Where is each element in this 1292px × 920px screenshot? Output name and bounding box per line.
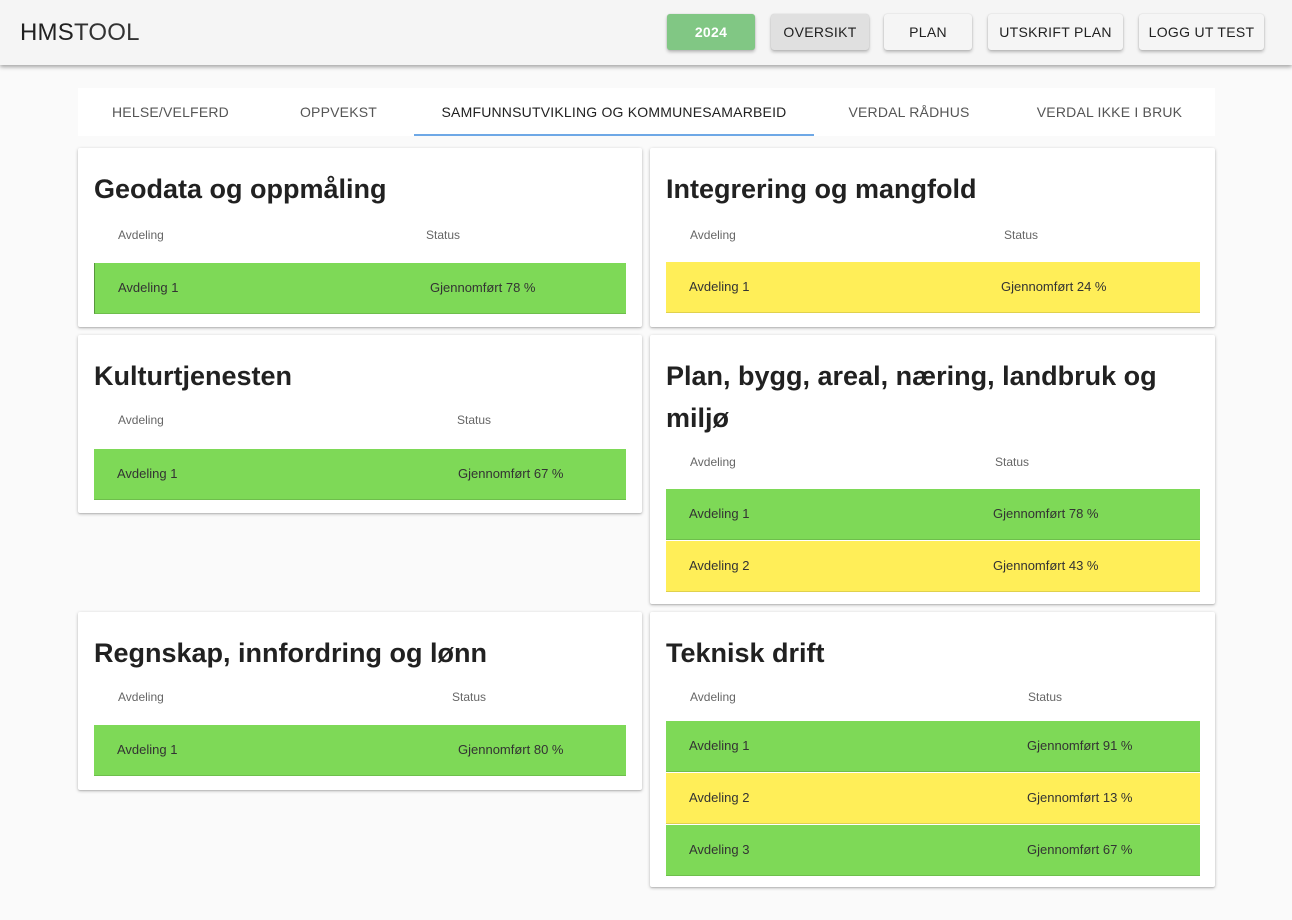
tab-verdal-radhus[interactable]: VERDAL RÅDHUS xyxy=(814,88,1004,136)
table-row[interactable]: Avdeling 2 Gjennomført 13 % xyxy=(666,773,1200,824)
column-header-status: Status xyxy=(1028,690,1063,704)
column-header-status: Status xyxy=(457,413,492,427)
status-cell: Gjennomført 91 % xyxy=(1027,738,1133,753)
department-card: Geodata og oppmåling Avdeling Status Avd… xyxy=(78,148,642,327)
card-title: Teknisk drift xyxy=(666,638,825,668)
status-cell: Gjennomført 67 % xyxy=(458,466,564,481)
print-plan-button[interactable]: UTSKRIFT PLAN xyxy=(988,14,1123,50)
card-title: Geodata og oppmåling xyxy=(94,174,387,204)
card-title: Plan, bygg, areal, næring, landbruk og m… xyxy=(666,361,1157,433)
table-row[interactable]: Avdeling 1 Gjennomført 80 % xyxy=(94,725,626,776)
status-cell: Gjennomført 78 % xyxy=(430,280,536,295)
department-card: Plan, bygg, areal, næring, landbruk og m… xyxy=(650,335,1215,604)
department-cell: Avdeling 1 xyxy=(117,742,178,757)
column-header-status: Status xyxy=(1004,228,1039,242)
column-header-status: Status xyxy=(995,455,1030,469)
plan-button[interactable]: PLAN xyxy=(884,14,972,50)
table-row[interactable]: Avdeling 1 Gjennomført 91 % xyxy=(666,721,1200,772)
status-cell: Gjennomført 24 % xyxy=(1001,279,1107,294)
year-button[interactable]: 2024 xyxy=(667,14,755,50)
department-cell: Avdeling 1 xyxy=(117,466,178,481)
status-cell: Gjennomført 13 % xyxy=(1027,790,1133,805)
department-cell: Avdeling 1 xyxy=(689,279,750,294)
table-row[interactable]: Avdeling 1 Gjennomført 67 % xyxy=(94,449,626,500)
department-card: Regnskap, innfordring og lønn Avdeling S… xyxy=(78,612,642,790)
column-header-status: Status xyxy=(426,228,461,242)
column-header-department: Avdeling xyxy=(690,690,736,704)
tab-helse-velferd[interactable]: HELSE/VELFERD xyxy=(78,88,263,136)
status-cell: Gjennomført 67 % xyxy=(1027,842,1133,857)
card-title: Regnskap, innfordring og lønn xyxy=(94,638,487,668)
card-title: Integrering og mangfold xyxy=(666,174,977,204)
column-header-status: Status xyxy=(452,690,487,704)
column-header-department: Avdeling xyxy=(690,228,736,242)
tab-oppvekst[interactable]: OPPVEKST xyxy=(263,88,414,136)
department-card: Teknisk drift Avdeling Status Avdeling 1… xyxy=(650,612,1215,887)
department-cell: Avdeling 3 xyxy=(689,842,750,857)
column-header-department: Avdeling xyxy=(118,228,164,242)
table-row[interactable]: Avdeling 1 Gjennomført 78 % xyxy=(94,263,626,314)
department-cell: Avdeling 2 xyxy=(689,790,750,805)
unit-tabs: HELSE/VELFERD OPPVEKST SAMFUNNSUTVIKLING… xyxy=(78,88,1215,136)
card-title: Kulturtjenesten xyxy=(94,361,293,391)
department-cell: Avdeling 2 xyxy=(689,558,750,573)
status-cell: Gjennomført 80 % xyxy=(458,742,564,757)
column-header-department: Avdeling xyxy=(118,690,164,704)
tab-samfunnsutvikling[interactable]: SAMFUNNSUTVIKLING OG KOMMUNESAMARBEID xyxy=(414,88,814,136)
department-cell: Avdeling 1 xyxy=(118,280,179,295)
table-row[interactable]: Avdeling 3 Gjennomført 67 % xyxy=(666,825,1200,876)
top-app-bar: HMSTOOL 2024 OVERSIKT PLAN UTSKRIFT PLAN… xyxy=(0,0,1292,65)
department-card: Kulturtjenesten Avdeling Status Avdeling… xyxy=(78,335,642,513)
table-row[interactable]: Avdeling 1 Gjennomført 78 % xyxy=(666,489,1200,540)
table-row[interactable]: Avdeling 1 Gjennomført 24 % xyxy=(666,262,1200,313)
department-cell: Avdeling 1 xyxy=(689,738,750,753)
column-header-department: Avdeling xyxy=(690,455,736,469)
department-card: Integrering og mangfold Avdeling Status … xyxy=(650,148,1215,327)
column-header-department: Avdeling xyxy=(118,413,164,427)
table-row[interactable]: Avdeling 2 Gjennomført 43 % xyxy=(666,541,1200,592)
status-cell: Gjennomført 78 % xyxy=(993,506,1099,521)
tab-verdal-ikke-i-bruk[interactable]: VERDAL IKKE I BRUK xyxy=(1004,88,1215,136)
logout-button[interactable]: LOGG UT TEST xyxy=(1139,14,1264,50)
overview-button[interactable]: OVERSIKT xyxy=(771,14,869,50)
status-cell: Gjennomført 43 % xyxy=(993,558,1099,573)
app-logo: HMSTOOL xyxy=(20,19,140,46)
department-cell: Avdeling 1 xyxy=(689,506,750,521)
